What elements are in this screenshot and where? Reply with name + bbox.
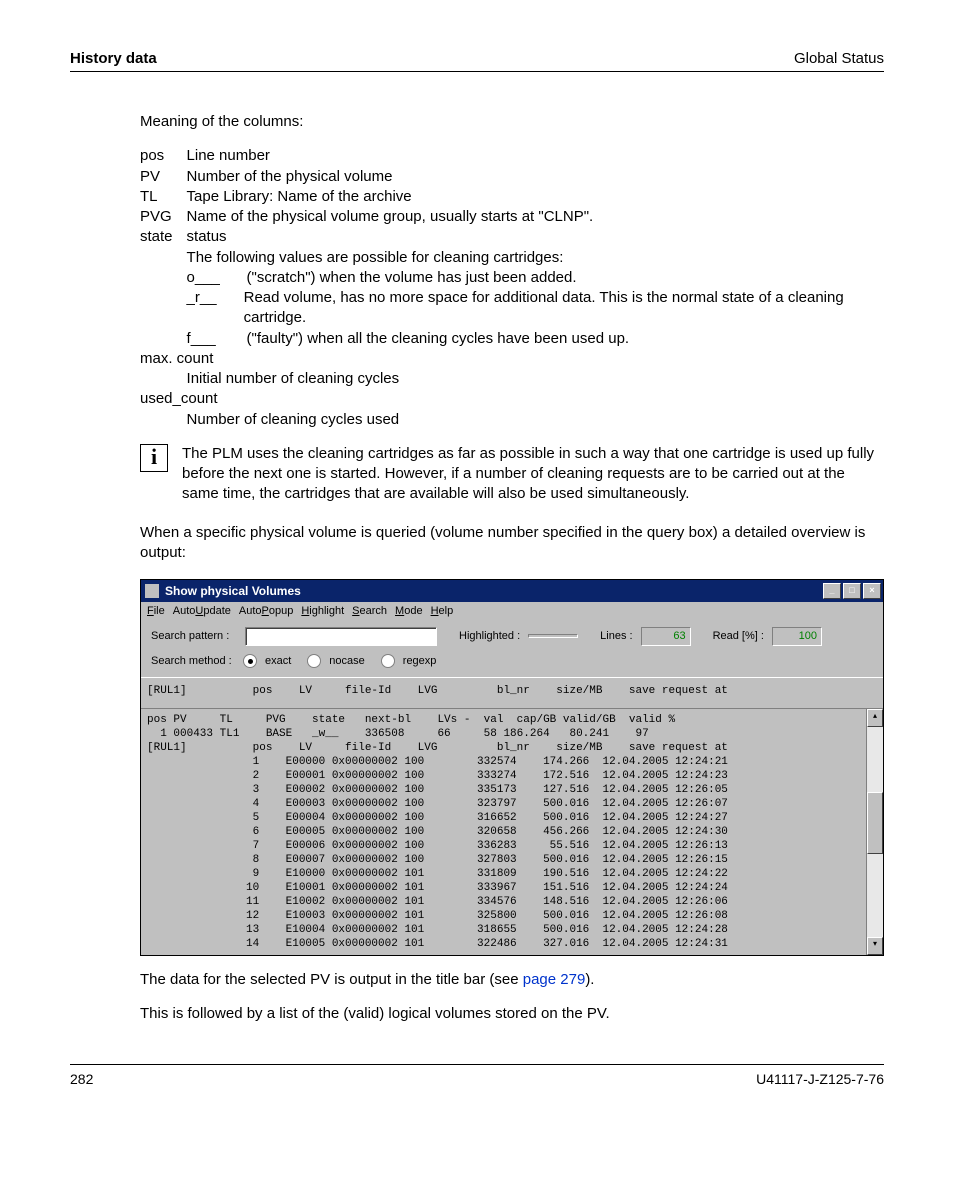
header-status: Global Status [794,50,884,67]
radio-regexp[interactable] [381,654,395,668]
readpct-label: Read [%] : [713,629,764,644]
menubar[interactable]: File AutoUpdate AutoPopup Highlight Sear… [141,602,883,621]
radio-nocase-label: nocase [329,654,364,669]
search-pattern-label: Search pattern : [151,629,237,644]
after-text-2: This is followed by a list of the (valid… [140,1004,884,1024]
header-section: History data [70,50,157,67]
minimize-button[interactable]: _ [823,583,841,599]
after-text-1: The data for the selected PV is output i… [140,970,884,990]
def-term: pos [140,146,187,166]
maximize-button[interactable]: □ [843,583,861,599]
menu-search[interactable]: Search [352,604,387,619]
search-pattern-input[interactable] [245,627,437,646]
radio-exact[interactable] [243,654,257,668]
menu-file[interactable]: File [147,604,165,619]
highlighted-label: Highlighted : [459,629,520,644]
state-note: The following values are possible for cl… [187,248,878,268]
vertical-scrollbar[interactable]: ▴ ▾ [866,709,883,955]
def-desc: Initial number of cleaning cycles [187,369,884,389]
highlighted-value [528,634,578,638]
def-desc: Name of the physical volume group, usual… [187,207,884,227]
def-desc: Tape Library: Name of the archive [187,187,884,207]
close-button[interactable]: × [863,583,881,599]
def-term: used_count [140,389,884,409]
menu-mode[interactable]: Mode [395,604,423,619]
def-desc: Number of the physical volume [187,167,884,187]
after1-post: ). [585,971,594,988]
list-header: [RUL1] pos LV file-Id LVG bl_nr size/MB … [141,677,883,708]
def-term: max. count [140,349,884,369]
page-link[interactable]: page 279 [523,971,586,988]
state-text: Read volume, has no more space for addit… [244,288,878,329]
def-desc: Line number [187,146,884,166]
def-desc: status The following values are possible… [187,227,884,349]
intro-text: Meaning of the columns: [140,112,884,132]
radio-nocase[interactable] [307,654,321,668]
def-term: PVG [140,207,187,227]
lines-value: 63 [641,627,691,646]
followup-text: When a specific physical volume is queri… [140,523,884,564]
search-method-label: Search method : [151,654,237,669]
radio-regexp-label: regexp [403,654,437,669]
page-number: 282 [70,1071,93,1087]
scroll-up-button[interactable]: ▴ [867,709,883,727]
def-term: TL [140,187,187,207]
scroll-track[interactable] [867,727,883,937]
state-status: status [187,227,878,247]
menu-help[interactable]: Help [431,604,454,619]
def-desc: Number of cleaning cycles used [187,410,884,430]
menu-highlight[interactable]: Highlight [301,604,344,619]
menu-autopopup[interactable]: AutoPopup [239,604,293,619]
radio-exact-label: exact [265,654,291,669]
after1-pre: The data for the selected PV is output i… [140,971,523,988]
window-title: Show physical Volumes [165,583,301,599]
window-titlebar[interactable]: Show physical Volumes _ □ × [141,580,883,602]
state-code: _r__ [187,288,244,329]
state-text: ("faulty") when all the cleaning cycles … [247,329,630,349]
doc-id: U41117-J-Z125-7-76 [756,1071,884,1087]
column-definitions: pos Line number PV Number of the physica… [140,146,884,430]
state-code: f___ [187,329,247,349]
scroll-down-button[interactable]: ▾ [867,937,883,955]
lines-label: Lines : [600,629,632,644]
info-text: The PLM uses the cleaning cartridges as … [182,444,884,505]
state-text: ("scratch") when the volume has just bee… [247,268,577,288]
screenshot-window: Show physical Volumes _ □ × File AutoUpd… [140,579,884,956]
menu-autoupdate[interactable]: AutoUpdate [173,604,231,619]
def-term: state [140,227,187,349]
def-term: PV [140,167,187,187]
list-content: pos PV TL PVG state next-bl LVs - val ca… [141,709,866,955]
readpct-value: 100 [772,627,822,646]
scroll-thumb[interactable] [867,792,883,854]
info-icon: i [140,444,168,472]
state-code: o___ [187,268,247,288]
app-icon [145,584,159,598]
